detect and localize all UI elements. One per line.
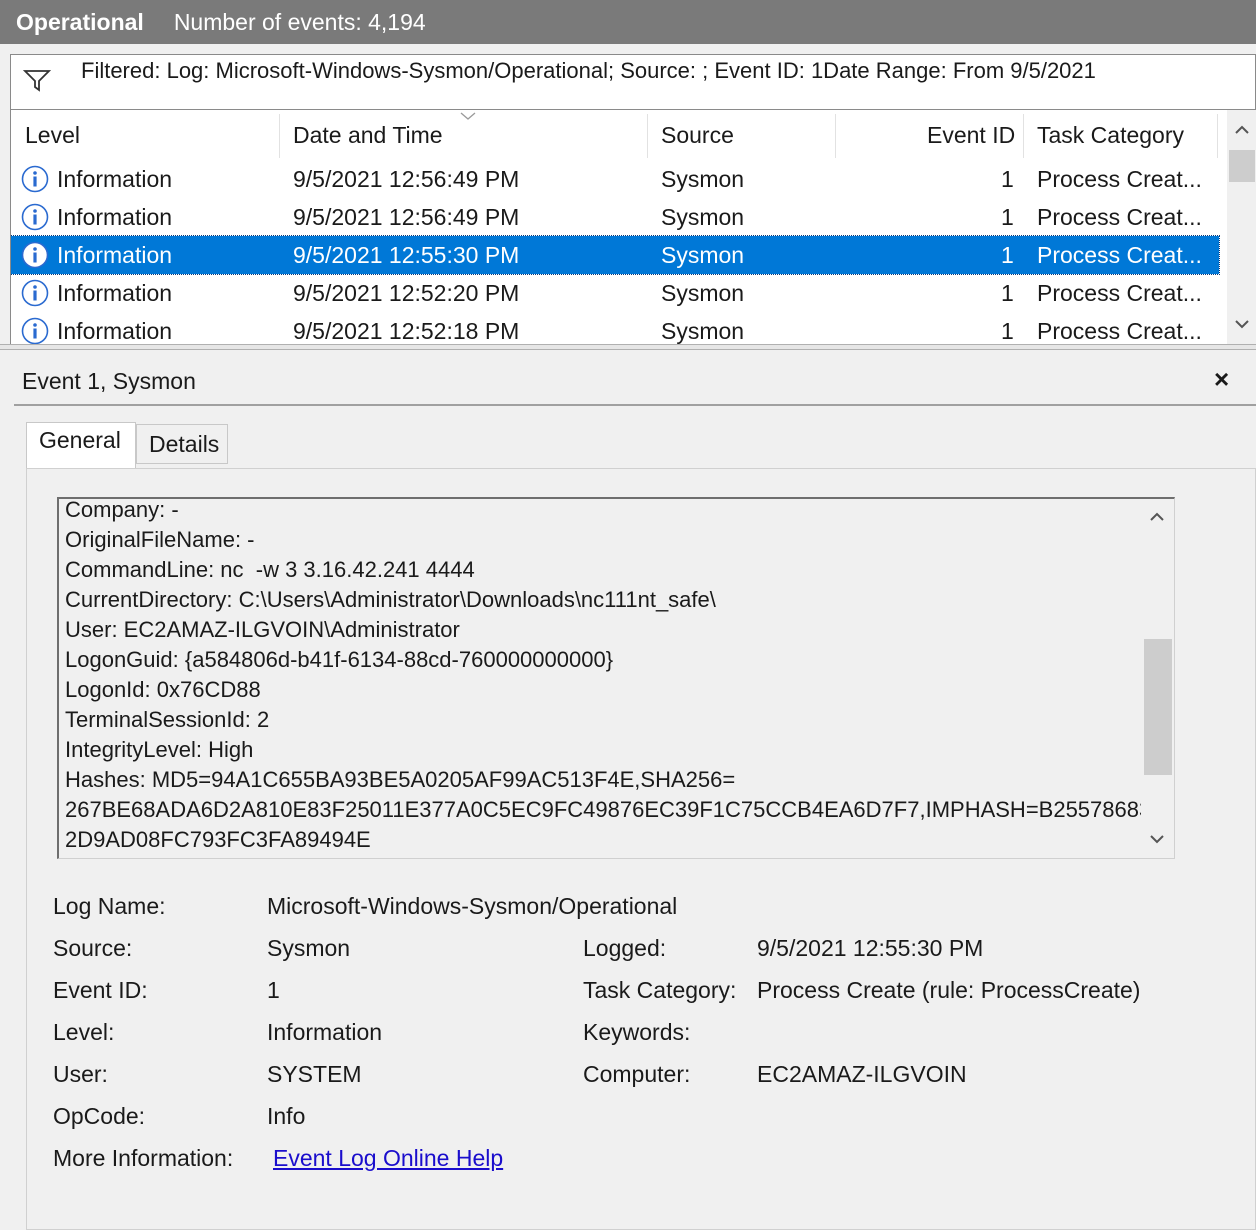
description-line: Company: - — [65, 497, 179, 522]
event-id-label: Event ID: — [53, 977, 148, 1003]
general-tab-content: Company: - OriginalFileName: - CommandLine… — [26, 468, 1256, 1230]
more-information-label: More Information: — [53, 1145, 234, 1171]
date-time-cell: 9/5/2021 12:52:18 PM — [293, 318, 520, 344]
user-label: User: — [53, 1061, 108, 1087]
event-id-cell: 1 — [1001, 318, 1014, 344]
scroll-down-icon[interactable] — [1147, 829, 1167, 849]
event-list[interactable]: Level Date and Time Source Event ID Task… — [10, 110, 1256, 344]
filter-funnel-icon — [23, 70, 51, 92]
detail-title: Event 1, Sysmon — [22, 368, 196, 394]
source-cell: Sysmon — [661, 280, 745, 306]
list-scroll-thumb[interactable] — [1229, 150, 1255, 182]
description-line: CommandLine: nc -w 3 3.16.42.241 4444 — [65, 557, 475, 582]
task-category-cell: Process Creat... — [1037, 166, 1202, 192]
list-vertical-scrollbar[interactable] — [1227, 110, 1256, 344]
column-header-task-category[interactable]: Task Category — [1037, 122, 1184, 149]
description-line: TerminalSessionId: 2 — [65, 707, 270, 732]
information-icon — [21, 241, 49, 269]
description-line: User: EC2AMAZ-ILGVOIN\Administrator — [65, 617, 460, 642]
event-detail-pane: Event 1, Sysmon × General Details Compan… — [14, 352, 1256, 1230]
event-id-cell: 1 — [1001, 242, 1014, 268]
description-line: LogonGuid: {a584806d-b41f-6134-88cd-7600… — [65, 647, 614, 672]
user-value: SYSTEM — [267, 1061, 362, 1087]
table-row[interactable]: Information 9/5/2021 12:52:18 PM Sysmon 1 Pr… — [11, 312, 1219, 344]
description-line: OriginalFileName: - — [65, 527, 255, 552]
log-name-label: Log Name: — [53, 893, 166, 919]
task-category-cell: Process Creat... — [1037, 242, 1202, 268]
source-cell: Sysmon — [661, 242, 745, 268]
level-value: Information — [267, 1019, 383, 1045]
event-id-cell: 1 — [1001, 280, 1014, 306]
event-log-online-help-link[interactable]: Event Log Online Help — [273, 1145, 503, 1172]
date-time-cell: 9/5/2021 12:55:30 PM — [293, 242, 520, 268]
scroll-up-icon[interactable] — [1232, 120, 1252, 140]
list-header: Level Date and Time Source Event ID Task… — [11, 110, 1221, 160]
source-value: Sysmon — [267, 935, 351, 961]
scroll-up-icon[interactable] — [1147, 507, 1167, 527]
task-category-value: Process Create (rule: ProcessCreate) — [757, 977, 1141, 1003]
keywords-label: Keywords: — [583, 1019, 691, 1045]
task-category-label: Task Category: — [583, 977, 737, 1003]
filter-bar: Filtered: Log: Microsoft-Windows-Sysmon/… — [10, 54, 1256, 110]
event-count: Number of events: 4,194 — [173, 8, 426, 35]
task-category-cell: Process Creat... — [1037, 318, 1202, 344]
event-description-text: Company: - OriginalFileName: - CommandLine… — [65, 497, 1152, 855]
source-label: Source: — [53, 935, 133, 961]
information-icon — [21, 317, 49, 344]
task-category-cell: Process Creat... — [1037, 204, 1202, 230]
level-label: Level: — [53, 1019, 115, 1045]
opcode-label: OpCode: — [53, 1103, 146, 1129]
level-cell: Information — [57, 318, 173, 344]
column-header-source[interactable]: Source — [661, 122, 734, 149]
table-row[interactable]: Information 9/5/2021 12:56:49 PM Sysmon 1 Pr… — [11, 198, 1219, 236]
log-name: Operational — [16, 8, 144, 35]
level-cell: Information — [57, 242, 173, 268]
description-scrollbar[interactable] — [1141, 499, 1173, 857]
date-time-cell: 9/5/2021 12:56:49 PM — [293, 166, 520, 192]
source-cell: Sysmon — [661, 318, 745, 344]
description-line: Hashes: MD5=94A1C655BA93BE5A0205AF99AC51… — [65, 767, 736, 792]
close-icon[interactable]: × — [1214, 364, 1229, 395]
logged-label: Logged: — [583, 935, 667, 961]
column-header-date-time[interactable]: Date and Time — [293, 122, 443, 149]
event-id-cell: 1 — [1001, 166, 1014, 192]
table-row[interactable]: Information 9/5/2021 12:52:20 PM Sysmon 1 Pr… — [11, 274, 1219, 312]
opcode-value: Info — [267, 1103, 306, 1129]
table-row[interactable]: Information 9/5/2021 12:56:49 PM Sysmon 1 Pr… — [11, 160, 1219, 198]
event-description-textbox[interactable]: Company: - OriginalFileName: - CommandLine… — [57, 497, 1175, 859]
information-icon — [21, 165, 49, 193]
tab-details[interactable]: Details — [136, 424, 228, 464]
column-header-event-id[interactable]: Event ID — [927, 122, 1015, 149]
logged-value: 9/5/2021 12:55:30 PM — [757, 935, 984, 961]
scroll-down-icon[interactable] — [1232, 314, 1252, 334]
filter-description: Filtered: Log: Microsoft-Windows-Sysmon/… — [81, 58, 1096, 83]
task-category-cell: Process Creat... — [1037, 280, 1202, 306]
date-time-cell: 9/5/2021 12:52:20 PM — [293, 280, 520, 306]
description-scroll-thumb[interactable] — [1144, 639, 1172, 775]
description-line: CurrentDirectory: C:\Users\Administrator… — [65, 587, 716, 612]
event-id-value: 1 — [267, 977, 280, 1003]
source-cell: Sysmon — [661, 204, 745, 230]
description-line: IntegrityLevel: High — [65, 737, 254, 762]
pane-splitter[interactable] — [0, 344, 1256, 350]
information-icon — [21, 203, 49, 231]
level-cell: Information — [57, 204, 173, 230]
column-header-level[interactable]: Level — [25, 122, 80, 149]
table-row[interactable]: Information 9/5/2021 12:55:30 PM Sysmon 1 Pr… — [11, 235, 1220, 275]
source-cell: Sysmon — [661, 166, 745, 192]
sort-caret-icon — [460, 112, 476, 120]
information-icon — [21, 279, 49, 307]
description-line: 2D9AD08FC793FC3FA89494E — [65, 827, 371, 852]
computer-value: EC2AMAZ-ILGVOIN — [757, 1061, 967, 1087]
computer-label: Computer: — [583, 1061, 691, 1087]
date-time-cell: 9/5/2021 12:56:49 PM — [293, 204, 520, 230]
tab-general[interactable]: General — [26, 422, 136, 470]
level-cell: Information — [57, 166, 173, 192]
event-id-cell: 1 — [1001, 204, 1014, 230]
description-line: LogonId: 0x76CD88 — [65, 677, 261, 702]
level-cell: Information — [57, 280, 173, 306]
log-title-bar: Operational Number of events: 4,194 — [0, 0, 1256, 44]
log-name-value: Microsoft-Windows-Sysmon/Operational — [267, 893, 678, 919]
description-line: 267BE68ADA6D2A810E83F25011E377A0C5EC9FC4… — [65, 797, 1152, 822]
